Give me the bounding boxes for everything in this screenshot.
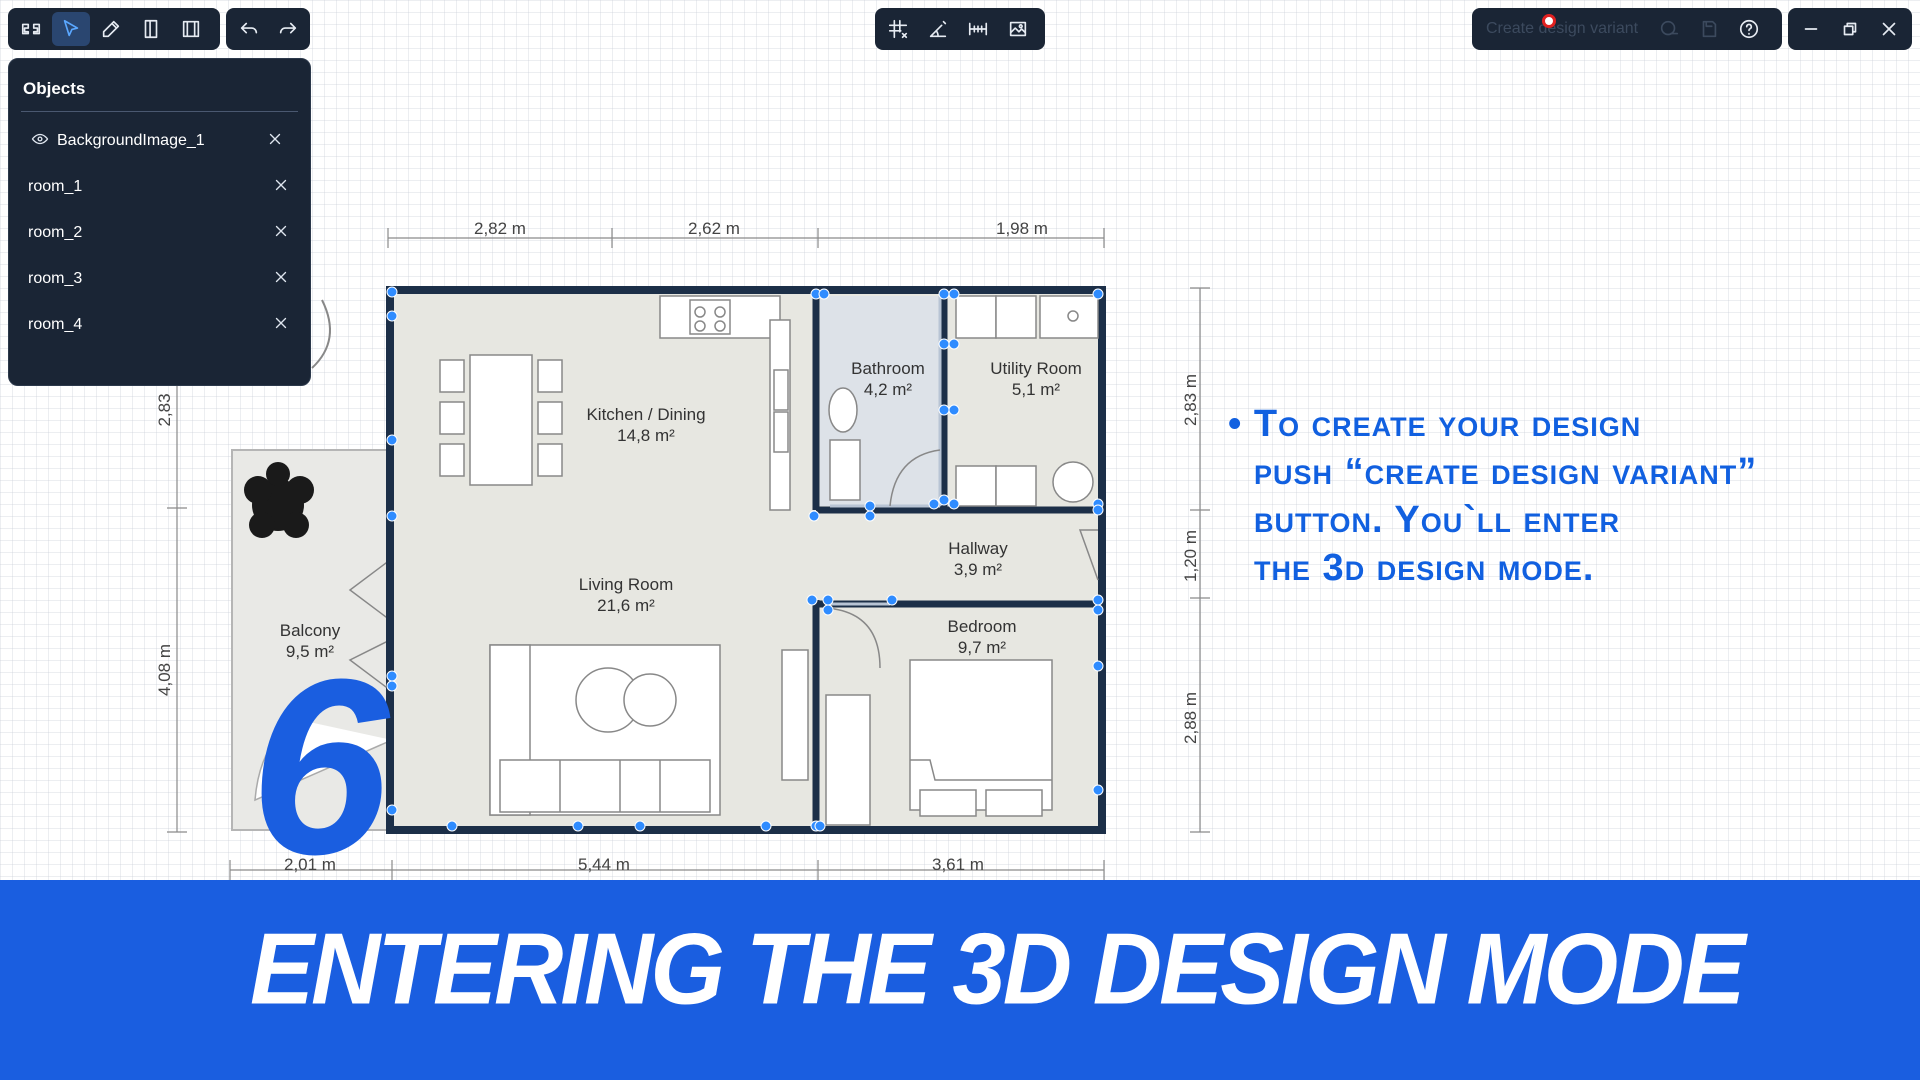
pencil-icon[interactable] xyxy=(92,12,130,46)
room-label-hallway: Hallway xyxy=(948,539,1008,558)
restore-icon[interactable] xyxy=(1831,12,1868,46)
measure-angle-icon[interactable] xyxy=(919,12,957,46)
create-design-variant-button[interactable]: Create design variant xyxy=(1476,14,1648,38)
dim-bottom-2: 5,44 m xyxy=(578,855,630,874)
dim-left-1: 2,83 xyxy=(155,393,174,426)
room-area-living: 21,6 m² xyxy=(597,596,655,615)
remove-object-icon[interactable] xyxy=(272,268,290,291)
objects-panel-title: Objects xyxy=(23,79,86,98)
dim-top-2: 2,62 m xyxy=(688,219,740,238)
remove-object-icon[interactable] xyxy=(272,176,290,199)
history-toolbar xyxy=(226,8,310,50)
plan-view-icon[interactable] xyxy=(12,12,50,46)
room-label-living: Living Room xyxy=(579,575,674,594)
instruction-line-3: button. You`ll enter xyxy=(1254,499,1620,541)
room-area-hallway: 3,9 m² xyxy=(954,560,1003,579)
remove-object-icon[interactable] xyxy=(272,222,290,245)
object-row-room-3[interactable]: room_3 xyxy=(9,256,310,302)
image-icon[interactable] xyxy=(999,12,1037,46)
object-row-room-4[interactable]: room_4 xyxy=(9,302,310,348)
room-label-utility: Utility Room xyxy=(990,359,1082,378)
banner-title: ENTERING THE 3D DESIGN MODE xyxy=(250,913,1745,1026)
object-row-backgroundimage[interactable]: BackgroundImage_1 xyxy=(9,118,310,164)
dimension-icon[interactable] xyxy=(959,12,997,46)
remove-object-icon[interactable] xyxy=(266,130,284,153)
divider xyxy=(21,111,298,112)
design-toolbar: Create design variant xyxy=(1472,8,1782,50)
minimize-icon[interactable] xyxy=(1792,12,1829,46)
object-label: BackgroundImage_1 xyxy=(57,132,205,149)
window-controls xyxy=(1788,8,1912,50)
dim-top-3: 1,98 m xyxy=(996,219,1048,238)
dim-right-2: 1,20 m xyxy=(1181,530,1200,582)
save-icon[interactable] xyxy=(1690,12,1728,46)
instruction-line-2: push “create design variant” xyxy=(1254,451,1758,493)
room-area-bedroom: 9,7 m² xyxy=(958,638,1007,657)
dim-left-2: 4,08 m xyxy=(155,644,174,696)
instruction-line-1: • To create your design xyxy=(1228,403,1642,445)
objects-panel: Objects BackgroundImage_1 room_1 room_2 … xyxy=(8,58,311,386)
redo-icon[interactable] xyxy=(269,12,306,46)
room-area-kitchen: 14,8 m² xyxy=(617,426,675,445)
door-swing-top xyxy=(311,299,331,369)
select-icon[interactable] xyxy=(52,12,90,46)
object-row-room-1[interactable]: room_1 xyxy=(9,164,310,210)
tool-toolbar xyxy=(8,8,220,50)
dim-right-1: 2,83 m xyxy=(1181,374,1200,426)
remove-object-icon[interactable] xyxy=(272,314,290,337)
undo-icon[interactable] xyxy=(230,12,267,46)
3d-view-icon[interactable] xyxy=(1650,12,1688,46)
snap-grid-icon[interactable] xyxy=(879,12,917,46)
instruction-text: • To create your design push “create des… xyxy=(1228,400,1908,592)
object-label: room_4 xyxy=(28,316,83,333)
dim-right-3: 2,88 m xyxy=(1181,692,1200,744)
object-label: room_2 xyxy=(28,224,83,241)
step-number: 6 xyxy=(250,627,390,906)
eye-icon[interactable] xyxy=(31,130,49,153)
room-label-kitchen: Kitchen / Dining xyxy=(586,405,705,424)
room-area-bathroom: 4,2 m² xyxy=(864,380,913,399)
dim-top-1: 2,82 m xyxy=(474,219,526,238)
object-row-room-2[interactable]: room_2 xyxy=(9,210,310,256)
instruction-line-4: the 3d design mode. xyxy=(1254,547,1595,589)
room-label-bedroom: Bedroom xyxy=(948,617,1017,636)
room-label-bathroom: Bathroom xyxy=(851,359,925,378)
dim-bottom-3: 3,61 m xyxy=(932,855,984,874)
close-icon[interactable] xyxy=(1871,12,1908,46)
object-label: room_3 xyxy=(28,270,83,287)
help-icon[interactable] xyxy=(1730,12,1768,46)
center-toolbar xyxy=(875,8,1045,50)
object-label: room_1 xyxy=(28,178,83,195)
door-icon[interactable] xyxy=(132,12,170,46)
room-area-utility: 5,1 m² xyxy=(1012,380,1061,399)
cursor-not-allowed-icon xyxy=(1542,14,1556,28)
window-icon[interactable] xyxy=(172,12,210,46)
create-design-variant-label: Create design variant xyxy=(1486,20,1639,37)
